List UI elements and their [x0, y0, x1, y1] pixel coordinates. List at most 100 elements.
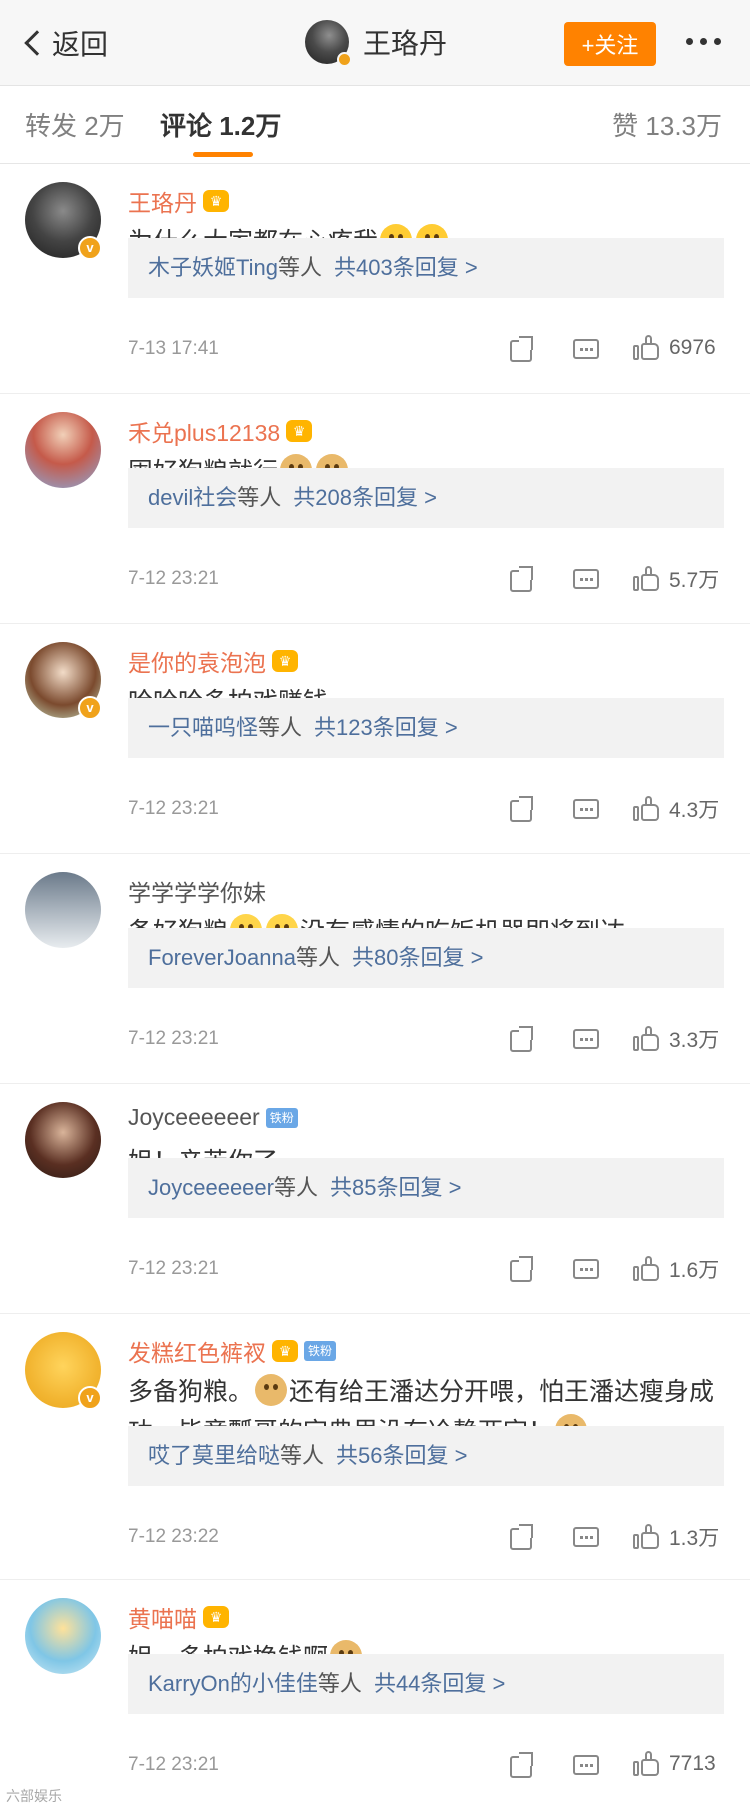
username-row: 禾兑plus12138 ♛	[128, 414, 313, 448]
reply-etc: 等人	[295, 945, 340, 970]
crown-icon: ♛	[203, 1606, 229, 1628]
reply-count: 共403条回复 >	[334, 255, 478, 280]
repost-icon[interactable]	[508, 1256, 536, 1284]
more-menu-icon[interactable]	[686, 38, 721, 45]
comment-meta: 7-12 23:21 1.6万	[128, 1252, 728, 1288]
comment-time: 7-12 23:21	[128, 568, 219, 589]
reply-users: ForeverJoanna	[148, 945, 296, 970]
crown-icon: ♛	[272, 1340, 298, 1362]
reply-icon[interactable]	[572, 1752, 600, 1780]
reply-users: 木子妖姬Ting	[148, 255, 278, 280]
replies-link[interactable]: devil社会等人 共208条回复 >	[128, 468, 724, 528]
repost-icon[interactable]	[508, 1752, 536, 1780]
username-row: 学学学学你妹	[128, 874, 266, 908]
iron-fan-badge: 铁粉	[304, 1341, 337, 1361]
replies-link[interactable]: 一只喵呜怪等人 共123条回复 >	[128, 698, 724, 758]
reply-users: devil社会	[148, 485, 238, 510]
username[interactable]: 禾兑plus12138	[128, 414, 280, 448]
follow-button[interactable]: +关注	[564, 22, 656, 66]
top-bar: 返回 王珞丹 +关注	[0, 0, 750, 86]
comment-item: v 是你的袁泡泡 ♛ 哈哈哈多拍戏赚钱。 一只喵呜怪等人共123条回复 > 7-…	[0, 624, 750, 854]
crown-icon: ♛	[203, 190, 229, 212]
like-count: 7713	[669, 1752, 716, 1775]
reply-users: KarryOn的小佳佳	[148, 1671, 318, 1696]
like-button[interactable]: 5.7万	[633, 564, 719, 594]
comment-meta: 7-13 17:41 6976	[128, 332, 728, 368]
replies-link[interactable]: KarryOn的小佳佳等人 共44条回复 >	[128, 1654, 724, 1714]
comment-meta: 7-12 23:21 4.3万	[128, 792, 728, 828]
comment-item: 学学学学你妹 备好狗粮没有感情的吃饭机器即将到达 ForeverJoanna等人…	[0, 854, 750, 1084]
username[interactable]: 王珞丹	[128, 184, 197, 218]
like-count: 4.3万	[669, 799, 720, 822]
username[interactable]: Joyceeeeeer	[128, 1104, 260, 1131]
crown-icon: ♛	[272, 650, 298, 672]
reply-icon[interactable]	[572, 566, 600, 594]
repost-icon[interactable]	[508, 1524, 536, 1552]
avatar[interactable]	[25, 1102, 101, 1178]
tab-likes[interactable]: 赞 13.3万	[612, 106, 722, 143]
like-count: 1.6万	[669, 1259, 720, 1282]
replies-link[interactable]: 哎了莫里给哒等人 共56条回复 >	[128, 1426, 724, 1486]
repost-icon[interactable]	[508, 796, 536, 824]
like-button[interactable]: 7713	[633, 1750, 716, 1778]
reply-users: Joyceeeeeer	[148, 1175, 274, 1200]
like-button[interactable]: 4.3万	[633, 794, 719, 824]
doge-emoji-icon	[255, 1374, 288, 1406]
tab-bar: 转发 2万 评论 1.2万 赞 13.3万	[0, 86, 750, 164]
tab-comments[interactable]: 评论 1.2万	[160, 106, 281, 143]
repost-icon[interactable]	[508, 566, 536, 594]
comment-time: 7-12 23:21	[128, 1258, 219, 1279]
reply-icon[interactable]	[572, 796, 600, 824]
reply-etc: 等人	[237, 485, 282, 510]
crown-icon: ♛	[286, 420, 313, 442]
reply-icon[interactable]	[572, 1026, 600, 1054]
comment-item: v 王珞丹 ♛ 为什么大家都在心疼我 木子妖姬Ting等人共403条回复 > 7…	[0, 164, 750, 394]
username-row: 是你的袁泡泡 ♛	[128, 644, 298, 678]
comment-meta: 7-12 23:21 3.3万	[128, 1022, 728, 1058]
like-count: 3.3万	[669, 1029, 720, 1052]
verified-icon: v	[78, 1386, 102, 1410]
page-title[interactable]: 王珞丹	[305, 20, 448, 67]
reply-etc: 等人	[258, 715, 303, 740]
thumbs-up-icon	[633, 1750, 661, 1778]
avatar[interactable]	[25, 1598, 101, 1674]
username[interactable]: 学学学学你妹	[128, 874, 266, 908]
username-row: 王珞丹 ♛	[128, 184, 229, 218]
username[interactable]: 发糕红色裤衩	[128, 1334, 266, 1368]
reply-icon[interactable]	[572, 336, 600, 364]
comment-time: 7-13 17:41	[128, 338, 219, 359]
like-button[interactable]: 1.3万	[633, 1522, 719, 1552]
comment-item: v 发糕红色裤衩 ♛ 铁粉 多备狗粮。还有给王潘达分开喂，怕王潘达瘦身成功。毕竟…	[0, 1314, 750, 1580]
comment-meta: 7-12 23:22 1.3万	[128, 1520, 728, 1556]
like-button[interactable]: 1.6万	[633, 1254, 719, 1284]
username[interactable]: 是你的袁泡泡	[128, 644, 266, 678]
verified-icon: v	[78, 236, 102, 260]
reply-icon[interactable]	[572, 1524, 600, 1552]
back-button[interactable]: 返回	[20, 22, 108, 64]
chevron-left-icon	[24, 30, 50, 56]
reply-count: 共80条回复 >	[352, 945, 484, 970]
back-label: 返回	[52, 29, 109, 60]
thumbs-up-icon	[633, 565, 661, 593]
like-count: 1.3万	[669, 1527, 720, 1550]
comment-meta: 7-12 23:21 5.7万	[128, 562, 728, 598]
replies-link[interactable]: ForeverJoanna等人 共80条回复 >	[128, 928, 724, 988]
repost-icon[interactable]	[508, 1026, 536, 1054]
reply-count: 共208条回复 >	[293, 485, 437, 510]
tab-repost[interactable]: 转发 2万	[25, 106, 125, 143]
reply-count: 共123条回复 >	[314, 715, 458, 740]
reply-etc: 等人	[317, 1671, 362, 1696]
reply-icon[interactable]	[572, 1256, 600, 1284]
comment-item: 禾兑plus12138 ♛ 囤好狗粮就行 devil社会等人共208条回复 > …	[0, 394, 750, 624]
replies-link[interactable]: 木子妖姬Ting等人 共403条回复 >	[128, 238, 724, 298]
repost-icon[interactable]	[508, 336, 536, 364]
like-button[interactable]: 6976	[633, 334, 716, 362]
replies-link[interactable]: Joyceeeeeer等人 共85条回复 >	[128, 1158, 724, 1218]
title-name: 王珞丹	[363, 28, 448, 59]
avatar[interactable]	[25, 412, 101, 488]
like-button[interactable]: 3.3万	[633, 1024, 719, 1054]
iron-fan-badge: 铁粉	[265, 1107, 298, 1128]
avatar[interactable]	[25, 872, 101, 948]
thumbs-up-icon	[633, 1255, 661, 1283]
username[interactable]: 黄喵喵	[128, 1600, 197, 1634]
